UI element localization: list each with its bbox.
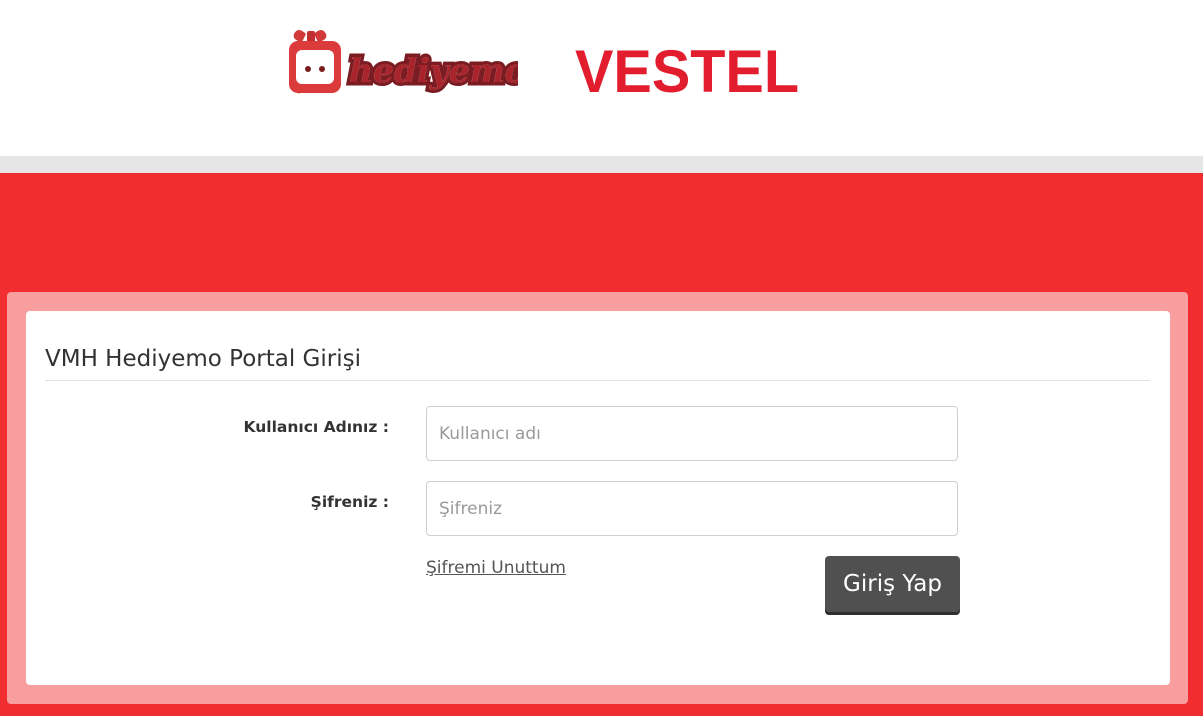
username-label: Kullanıcı Adınız : [243,418,389,436]
page-header: hediyemo hediyemo VESTEL [0,0,1203,156]
page-title: VMH Hediyemo Portal Girişi [45,346,361,372]
svg-text:VESTEL: VESTEL [575,38,799,100]
header-divider-band [0,156,1203,173]
login-button[interactable]: Giriş Yap [825,556,960,612]
vestel-logo: VESTEL [575,38,799,100]
gift-box-face-icon [289,30,341,94]
username-input[interactable] [426,406,958,461]
forgot-password-link[interactable]: Şifremi Unuttum [426,558,566,578]
title-divider [45,380,1150,381]
hediyemo-logo: hediyemo hediyemo [289,30,518,94]
svg-text:hediyemo: hediyemo [349,51,518,90]
password-input[interactable] [426,481,958,536]
password-label: Şifreniz : [310,493,389,511]
